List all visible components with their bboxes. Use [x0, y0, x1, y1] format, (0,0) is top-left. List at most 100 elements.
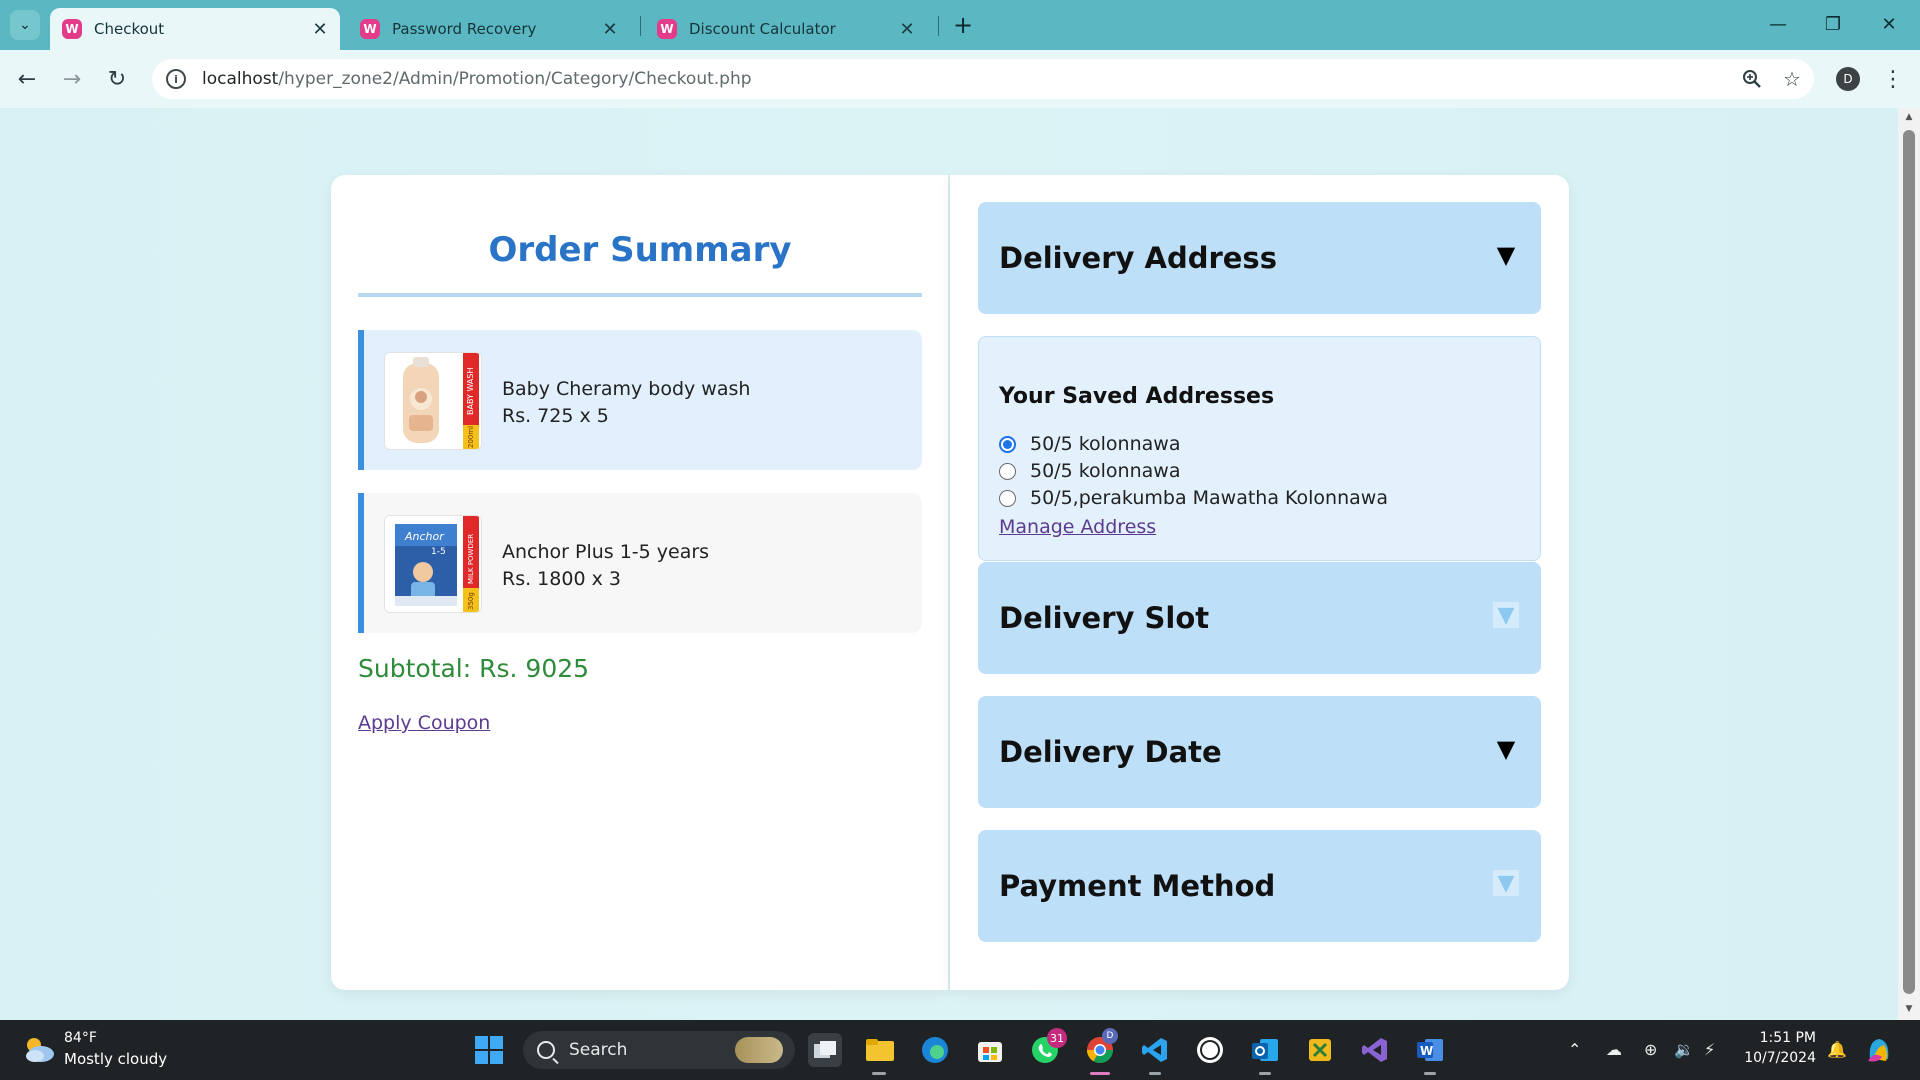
- triangle-down-icon: ▼: [1493, 870, 1519, 896]
- search-icon: [537, 1041, 555, 1059]
- taskbar-search-box[interactable]: Search: [523, 1031, 795, 1069]
- new-tab-button[interactable]: +: [948, 10, 978, 40]
- payment-method-header[interactable]: Payment Method ▼: [978, 830, 1541, 942]
- page-scrollbar[interactable]: ▲ ▼: [1898, 108, 1920, 1020]
- url-path: /hyper_zone2/Admin/Promotion/Category/Ch…: [278, 69, 752, 89]
- whatsapp-desktop-icon[interactable]: [1193, 1033, 1227, 1067]
- site-info-icon[interactable]: i: [166, 69, 186, 89]
- order-item: BABY WASH 200ml Baby Cheramy body wash R…: [358, 330, 922, 470]
- close-tab-icon[interactable]: ✕: [308, 19, 332, 40]
- tab-search-button[interactable]: ⌄: [10, 10, 40, 40]
- browser-menu-icon[interactable]: ⋮: [1878, 62, 1908, 96]
- plus-icon: +: [952, 11, 974, 39]
- delivery-slot-header[interactable]: Delivery Slot ▼: [978, 562, 1541, 674]
- profile-avatar[interactable]: D: [1836, 67, 1860, 91]
- restore-icon: ❐: [1824, 13, 1842, 35]
- apply-coupon-link[interactable]: Apply Coupon: [358, 712, 490, 734]
- address-radio[interactable]: [999, 435, 1016, 453]
- address-option[interactable]: 50/5,perakumba Mawatha Kolonnawa: [999, 487, 1388, 509]
- scroll-down-icon[interactable]: ▼: [1903, 1004, 1915, 1014]
- weather-temperature[interactable]: 84°F: [64, 1030, 97, 1046]
- product-name: Baby Cheramy body wash: [502, 378, 751, 400]
- baby-wash-pack-size: 200ml: [467, 426, 475, 448]
- minimize-icon: —: [1769, 13, 1787, 35]
- delivery-address-header[interactable]: Delivery Address ▼: [978, 202, 1541, 314]
- close-icon: ✕: [1881, 13, 1897, 35]
- clock-date[interactable]: 10/7/2024: [1740, 1050, 1816, 1066]
- minimize-button[interactable]: —: [1755, 6, 1801, 42]
- back-button[interactable]: ←: [10, 62, 44, 96]
- arrow-right-icon: →: [62, 66, 82, 92]
- battery-icon[interactable]: ⚡: [1704, 1040, 1715, 1059]
- running-indicator: [1149, 1072, 1161, 1075]
- onedrive-icon[interactable]: ☁: [1606, 1040, 1622, 1059]
- vscode-icon[interactable]: [1138, 1033, 1172, 1067]
- product-price-qty: Rs. 1800 x 3: [502, 568, 621, 590]
- running-indicator: [1259, 1072, 1271, 1075]
- restore-button[interactable]: ❐: [1810, 6, 1856, 42]
- arrow-left-icon: ←: [17, 66, 37, 92]
- milk-powder-pack-label: MILK POWDER: [467, 534, 475, 584]
- forward-button[interactable]: →: [55, 62, 89, 96]
- snipping-tool-icon[interactable]: [1303, 1033, 1337, 1067]
- scrollbar-thumb[interactable]: [1903, 130, 1915, 994]
- bookmark-star-icon[interactable]: ☆: [1774, 61, 1810, 97]
- visual-studio-icon[interactable]: [1358, 1033, 1392, 1067]
- tab-checkout[interactable]: W Checkout ✕: [50, 8, 340, 50]
- order-summary-title: Order Summary: [488, 230, 792, 270]
- word-icon[interactable]: W: [1413, 1033, 1447, 1067]
- order-item-details: Baby Cheramy body wash Rs. 725 x 5: [502, 376, 750, 430]
- product-price-qty: Rs. 725 x 5: [502, 405, 609, 427]
- cloudy-weather-icon[interactable]: [22, 1034, 56, 1064]
- chevron-up-icon[interactable]: ⌃: [1568, 1040, 1581, 1059]
- section-title: Delivery Date: [999, 735, 1222, 769]
- saved-addresses-panel: Your Saved Addresses 50/5 kolonnawa 50/5…: [978, 336, 1541, 561]
- windows-start-icon[interactable]: [472, 1033, 506, 1067]
- zoom-icon[interactable]: [1734, 61, 1770, 97]
- language-icon[interactable]: ⊕: [1644, 1040, 1657, 1059]
- scroll-up-icon[interactable]: ▲: [1903, 112, 1915, 122]
- edge-icon[interactable]: [918, 1033, 952, 1067]
- delivery-date-header[interactable]: Delivery Date ▼: [978, 696, 1541, 808]
- reload-button[interactable]: ↻: [100, 62, 134, 96]
- notification-badge: 31: [1047, 1028, 1067, 1048]
- active-indicator: [1090, 1072, 1110, 1075]
- triangle-down-icon: ▼: [1496, 735, 1516, 763]
- order-item: Anchor 1-5 MILK POWDER 350g Anchor Plus …: [358, 493, 922, 633]
- outlook-icon[interactable]: [1248, 1033, 1282, 1067]
- page-viewport: Order Summary BABY WASH 200ml Baby Chera…: [0, 108, 1898, 1020]
- tab-separator: [938, 16, 939, 36]
- weather-description[interactable]: Mostly cloudy: [64, 1050, 167, 1068]
- checkout-options-card: Delivery Address ▼ Your Saved Addresses …: [950, 175, 1569, 990]
- order-summary-card: Order Summary BABY WASH 200ml Baby Chera…: [331, 175, 948, 990]
- milk-powder-pack-size: 350g: [467, 592, 475, 610]
- close-tab-icon[interactable]: ✕: [598, 19, 622, 40]
- address-radio[interactable]: [999, 489, 1016, 507]
- manage-address-link[interactable]: Manage Address: [999, 516, 1156, 538]
- address-option[interactable]: 50/5 kolonnawa: [999, 460, 1180, 482]
- tab-password-recovery[interactable]: W Password Recovery ✕: [348, 8, 630, 50]
- section-title: Payment Method: [999, 869, 1276, 903]
- url-text[interactable]: localhost/hyper_zone2/Admin/Promotion/Ca…: [202, 69, 1734, 89]
- file-explorer-icon[interactable]: [863, 1033, 897, 1067]
- tab-title: Password Recovery: [392, 20, 537, 38]
- address-option[interactable]: 50/5 kolonnawa: [999, 433, 1180, 455]
- copilot-icon[interactable]: [1862, 1033, 1896, 1067]
- order-item-details: Anchor Plus 1-5 years Rs. 1800 x 3: [502, 539, 709, 593]
- baby-wash-product-image: BABY WASH 200ml: [384, 352, 482, 450]
- close-window-button[interactable]: ✕: [1866, 6, 1912, 42]
- address-radio[interactable]: [999, 462, 1016, 480]
- windows-taskbar: 84°F Mostly cloudy Search 31 D W ⌃ ☁ ⊕ 🔉…: [0, 1020, 1920, 1080]
- address-bar[interactable]: i localhost/hyper_zone2/Admin/Promotion/…: [152, 59, 1814, 99]
- saved-addresses-heading: Your Saved Addresses: [999, 384, 1275, 409]
- close-tab-icon[interactable]: ✕: [895, 19, 919, 40]
- notification-bell-icon[interactable]: 🔔: [1827, 1040, 1847, 1059]
- milk-powder-pack-sub: 1-5: [431, 547, 446, 557]
- section-title: Delivery Address: [999, 241, 1277, 275]
- volume-icon[interactable]: 🔉: [1674, 1040, 1694, 1059]
- product-name: Anchor Plus 1-5 years: [502, 541, 710, 563]
- tab-discount-calculator[interactable]: W Discount Calculator ✕: [645, 8, 927, 50]
- task-view-icon[interactable]: [808, 1033, 842, 1067]
- clock-time[interactable]: 1:51 PM: [1752, 1030, 1816, 1046]
- microsoft-store-icon[interactable]: [973, 1033, 1007, 1067]
